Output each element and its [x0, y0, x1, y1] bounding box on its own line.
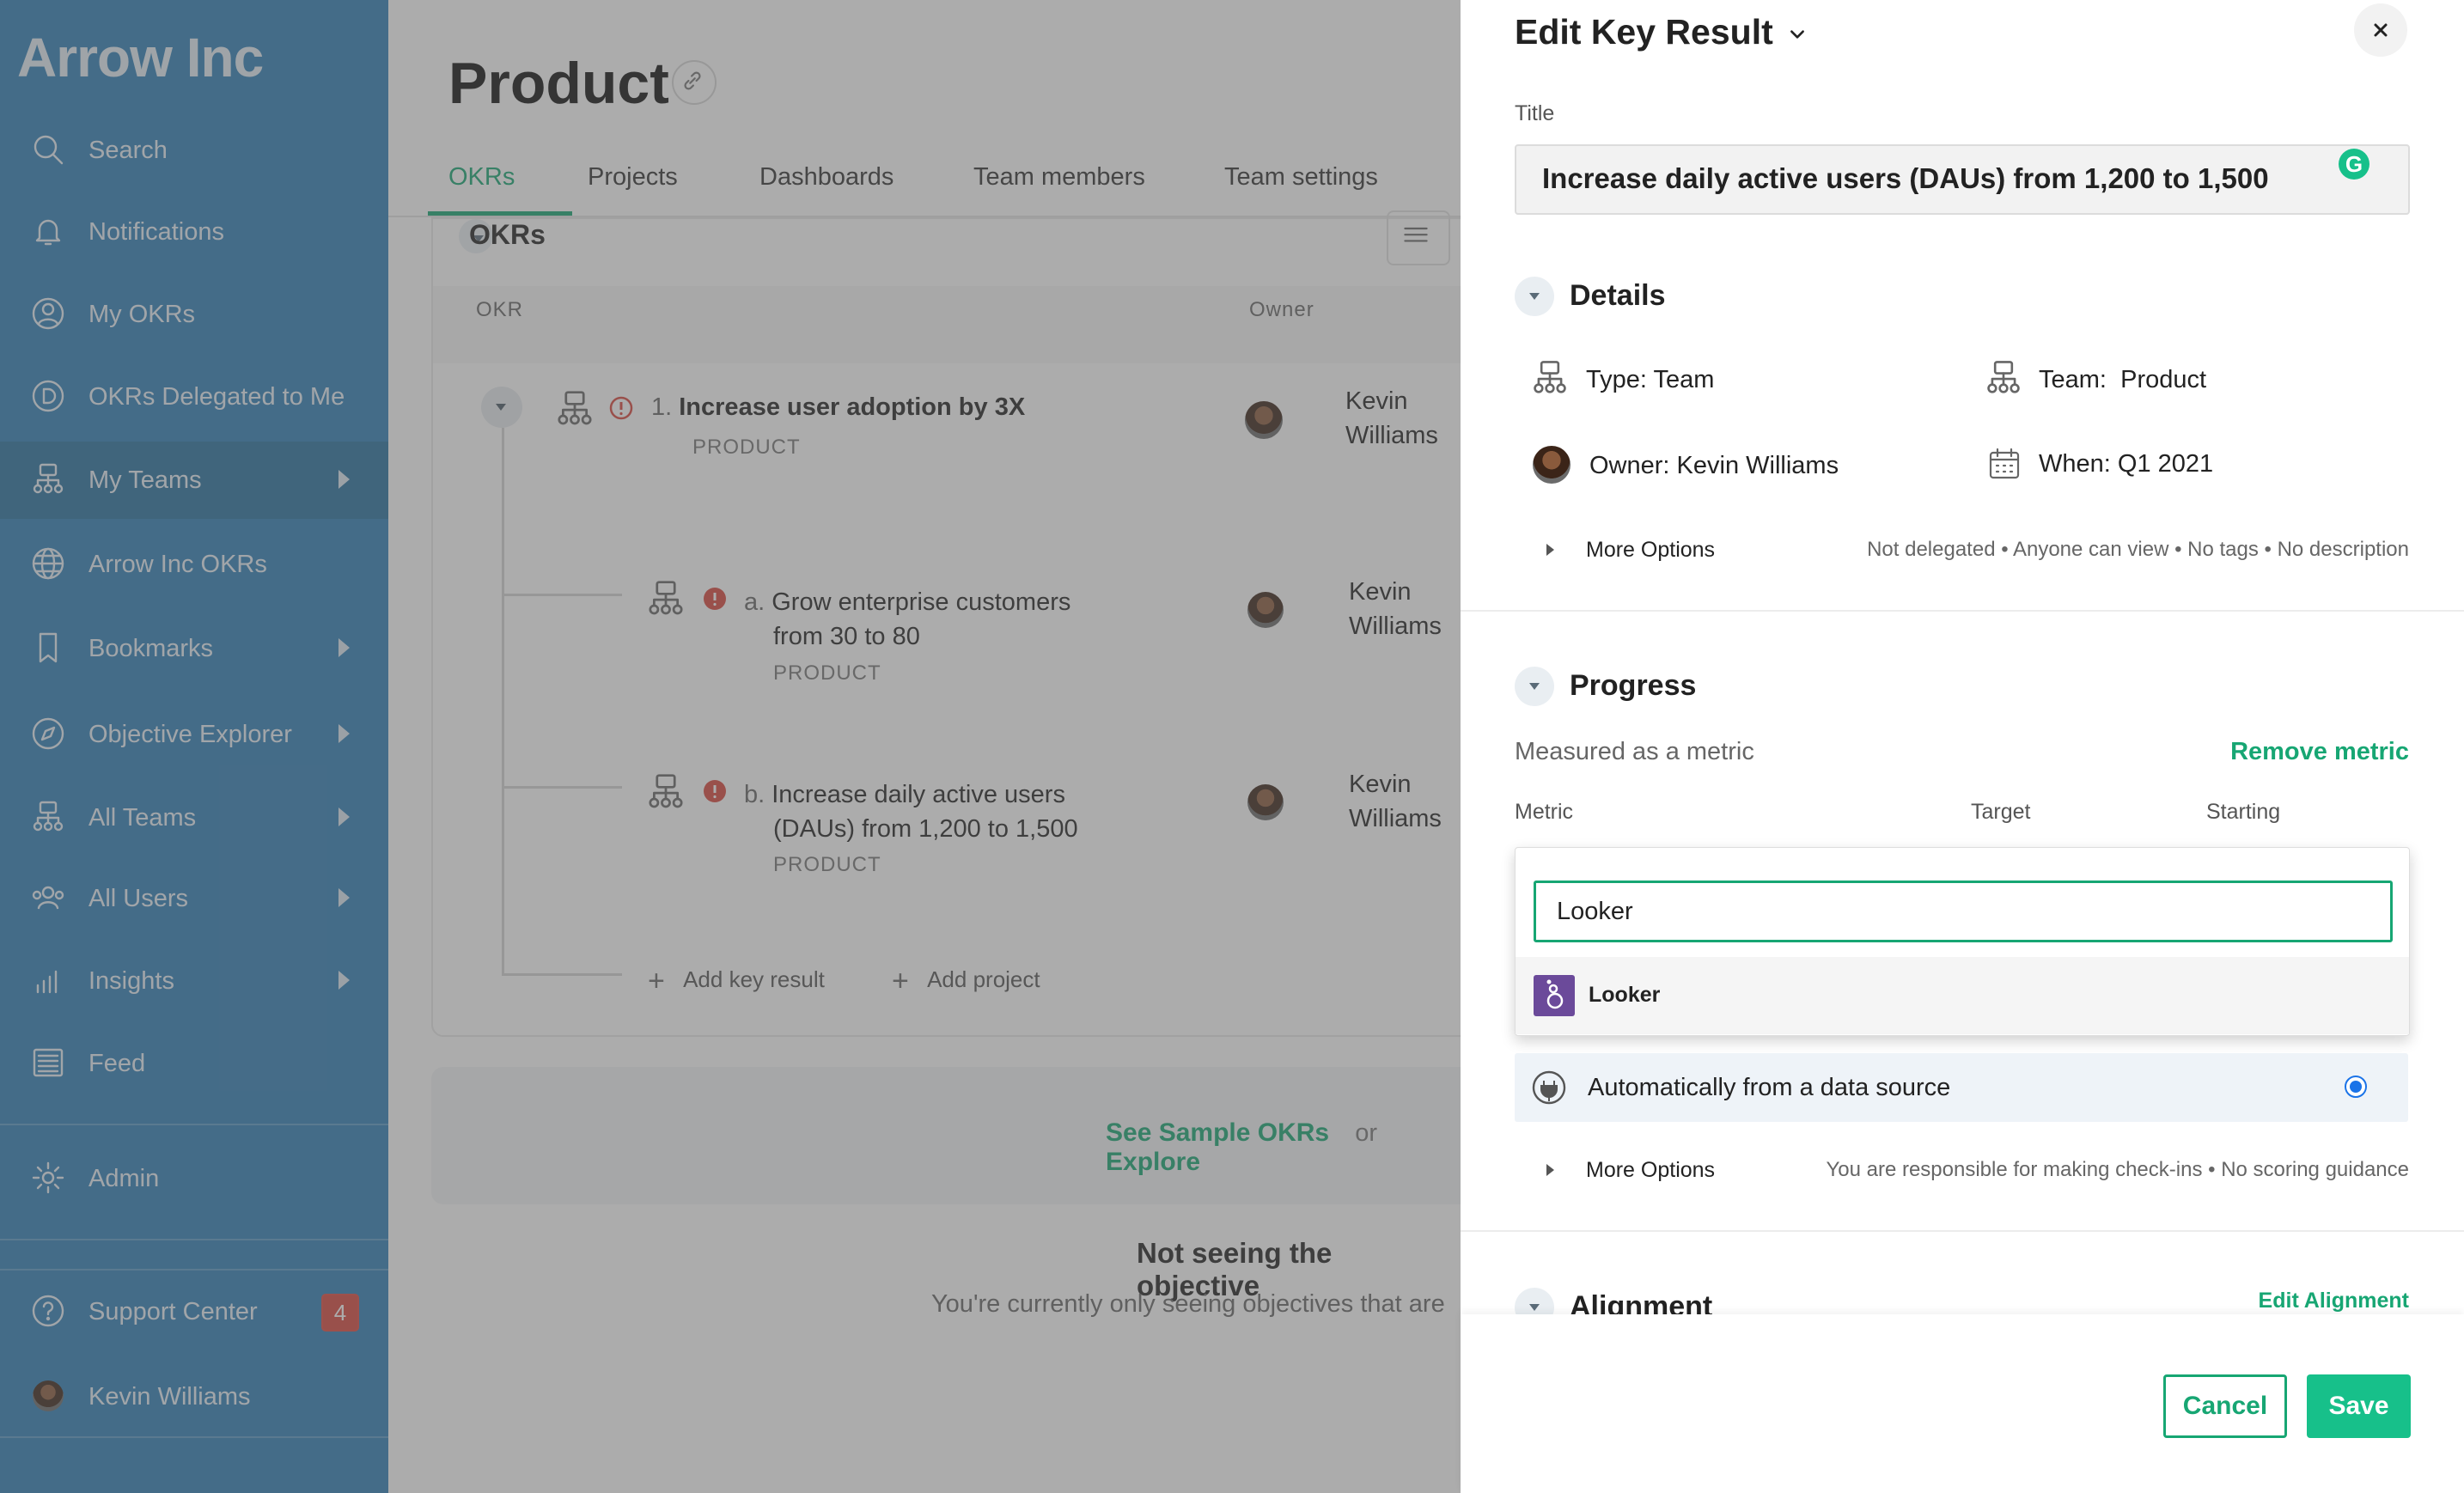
chevron-down-icon	[1790, 30, 1805, 39]
looker-logo-icon	[1534, 975, 1575, 1016]
data-source-label: Automatically from a data source	[1588, 1074, 1951, 1101]
edit-key-result-panel: Edit Key Result Title Increase daily act…	[1461, 0, 2464, 1493]
metric-label: Metric	[1515, 800, 1574, 824]
when-value: Q1 2021	[2117, 450, 2214, 478]
modal-backdrop[interactable]	[0, 0, 1461, 1493]
owner-field[interactable]: Owner: Kevin Williams	[1589, 452, 1839, 480]
more-options-details[interactable]: More Options	[1586, 538, 1715, 563]
title-input-value: Increase daily active users (DAUs) from …	[1542, 162, 2269, 194]
close-icon	[2374, 23, 2388, 37]
close-button[interactable]	[2354, 3, 2407, 57]
type-field[interactable]: Type: Team	[1586, 366, 1714, 394]
measured-text: Measured as a metric	[1515, 738, 1754, 765]
when-label: When:	[2039, 450, 2111, 478]
expand-arrow-icon	[1546, 544, 1554, 556]
metric-dropdown: Looker Looker	[1515, 847, 2410, 1036]
metric-search-input[interactable]: Looker	[1534, 881, 2393, 942]
cancel-button[interactable]: Cancel	[2163, 1374, 2287, 1438]
team-value: Product	[2120, 366, 2207, 393]
more-options-progress[interactable]: More Options	[1586, 1158, 1715, 1183]
alignment-section: Alignment Edit Alignment	[1461, 1280, 2464, 1314]
remove-metric-link[interactable]: Remove metric	[2230, 738, 2409, 766]
plug-icon	[1532, 1070, 1566, 1105]
collapse-progress-button[interactable]	[1515, 667, 1554, 706]
edit-alignment-link[interactable]: Edit Alignment	[2259, 1289, 2409, 1313]
progress-heading: Progress	[1570, 669, 1697, 702]
owner-label: Owner:	[1589, 452, 1670, 479]
data-source-radio[interactable]	[2345, 1076, 2367, 1098]
save-button[interactable]: Save	[2307, 1374, 2411, 1438]
collapse-details-button[interactable]	[1515, 277, 1554, 316]
data-source-option[interactable]: Automatically from a data source	[1515, 1053, 2408, 1122]
owner-value: Kevin Williams	[1676, 452, 1839, 479]
grammarly-icon[interactable]: G	[2339, 149, 2369, 180]
calendar-icon	[1989, 448, 2020, 479]
type-label: Type:	[1586, 366, 1647, 393]
details-summary: Not delegated • Anyone can view • No tag…	[1867, 538, 2409, 561]
panel-heading-text: Edit Key Result	[1515, 12, 1773, 52]
avatar	[1533, 446, 1570, 484]
metric-search-value: Looker	[1557, 898, 1633, 925]
title-label: Title	[1515, 101, 1555, 125]
team-icon	[1534, 361, 1566, 393]
when-field[interactable]: When: Q1 2021	[2039, 450, 2213, 478]
panel-heading[interactable]: Edit Key Result	[1515, 12, 1807, 52]
title-input[interactable]: Increase daily active users (DAUs) from …	[1515, 144, 2410, 215]
team-icon	[1987, 361, 2020, 393]
section-divider	[1461, 1230, 2464, 1232]
panel-footer: Cancel Save	[1461, 1314, 2464, 1493]
alignment-heading: Alignment	[1570, 1290, 1713, 1314]
type-value: Team	[1653, 366, 1715, 393]
dropdown-option-looker[interactable]: Looker	[1516, 957, 2409, 1034]
radio-dot	[2350, 1081, 2362, 1093]
progress-summary: You are responsible for making check-ins…	[1826, 1158, 2409, 1181]
option-looker-label: Looker	[1589, 983, 1661, 1007]
target-label: Target	[1971, 800, 2031, 824]
team-field[interactable]: Team: Product	[2039, 366, 2206, 394]
collapse-alignment-button[interactable]	[1515, 1288, 1554, 1314]
details-heading: Details	[1570, 279, 1666, 312]
section-divider	[1461, 610, 2464, 612]
starting-label: Starting	[2206, 800, 2281, 824]
expand-arrow-icon	[1546, 1164, 1554, 1176]
team-label: Team:	[2039, 366, 2107, 393]
